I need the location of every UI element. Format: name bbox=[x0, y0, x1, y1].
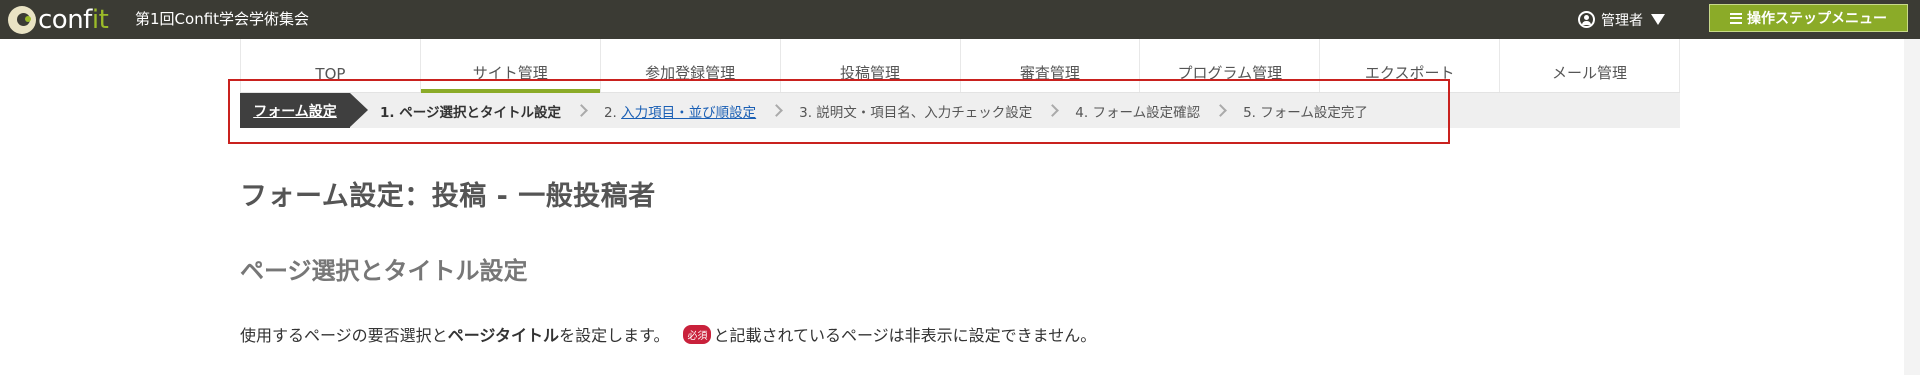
logo-text: confit bbox=[38, 5, 109, 35]
desc-suffix: と記載されているページは非表示に設定できません。 bbox=[713, 326, 1097, 345]
tab-top[interactable]: TOP bbox=[240, 39, 420, 92]
step-2: 2. 入力項目・並び順設定 bbox=[604, 101, 756, 121]
tab-label: サイト管理 bbox=[472, 64, 548, 82]
tab-label: プログラム管理 bbox=[1177, 64, 1283, 82]
tab-mail-management[interactable]: メール管理 bbox=[1499, 39, 1680, 92]
tab-submission-management[interactable]: 投稿管理 bbox=[779, 39, 960, 92]
form-settings-section-label[interactable]: フォーム設定 bbox=[240, 93, 368, 128]
vertical-scrollbar[interactable] bbox=[1904, 39, 1920, 375]
caret-down-icon bbox=[1651, 14, 1665, 25]
user-circle-icon bbox=[1578, 11, 1595, 28]
hamburger-icon bbox=[1730, 12, 1742, 24]
step-4: 4. フォーム設定確認 bbox=[1075, 104, 1201, 121]
top-bar: confit 第1回Confit学会学術集会 管理者 操作ステップメニュー bbox=[0, 0, 1920, 39]
chevron-right-icon bbox=[575, 104, 588, 117]
desc-bold: ページタイトル bbox=[447, 326, 560, 345]
confit-logo[interactable]: confit bbox=[8, 5, 109, 35]
event-title: 第1回Confit学会学術集会 bbox=[135, 10, 310, 28]
tab-export[interactable]: エクスポート bbox=[1319, 39, 1499, 92]
step-1: 1. ページ選択とタイトル設定 bbox=[380, 104, 561, 121]
step-2-link[interactable]: 入力項目・並び順設定 bbox=[621, 105, 756, 121]
chevron-right-icon bbox=[1046, 104, 1060, 117]
admin-user-menu[interactable]: 管理者 bbox=[1578, 0, 1665, 39]
tab-program-management[interactable]: プログラム管理 bbox=[1139, 39, 1319, 92]
tab-review-management[interactable]: 審査管理 bbox=[959, 39, 1140, 92]
tab-label: メール管理 bbox=[1552, 64, 1628, 82]
step-menu-label: 操作ステップメニュー bbox=[1747, 11, 1887, 27]
step-3: 3. 説明文・項目名、入力チェック設定 bbox=[799, 104, 1033, 121]
step-2-number: 2. bbox=[603, 104, 622, 121]
desc-middle: を設定します。 bbox=[559, 326, 670, 345]
tab-label: 参加登録管理 bbox=[645, 64, 736, 82]
main-nav: TOP サイト管理 参加登録管理 投稿管理 審査管理 プログラム管理 エクスポー… bbox=[240, 39, 1680, 93]
chevron-right-icon bbox=[1214, 104, 1227, 117]
confit-logo-icon bbox=[8, 6, 36, 34]
step-breadcrumb: フォーム設定 1. ページ選択とタイトル設定 2. 入力項目・並び順設定 3. … bbox=[240, 93, 1680, 128]
tab-label: エクスポート bbox=[1364, 64, 1455, 82]
tab-label: 審査管理 bbox=[1019, 64, 1080, 82]
section-subtitle: ページ選択とタイトル設定 bbox=[240, 257, 528, 285]
tab-site-management[interactable]: サイト管理 bbox=[419, 39, 600, 93]
admin-label: 管理者 bbox=[1601, 12, 1643, 29]
tab-registration-management[interactable]: 参加登録管理 bbox=[599, 39, 780, 92]
description-text: 使用するページの要否選択と ページタイトル を設定します。 必須 と記載されているページ… bbox=[240, 322, 1096, 346]
chevron-right-icon bbox=[770, 104, 783, 117]
page-title: フォーム設定：投稿 - 一般投稿者 bbox=[240, 181, 656, 212]
desc-prefix: 使用するページの要否選択と bbox=[240, 326, 448, 345]
tab-label: TOP bbox=[315, 65, 346, 83]
step-5: 5. フォーム設定完了 bbox=[1243, 104, 1368, 121]
operation-step-menu-button[interactable]: 操作ステップメニュー bbox=[1709, 4, 1908, 32]
required-badge: 必須 bbox=[683, 324, 712, 344]
tab-label: 投稿管理 bbox=[840, 64, 901, 82]
